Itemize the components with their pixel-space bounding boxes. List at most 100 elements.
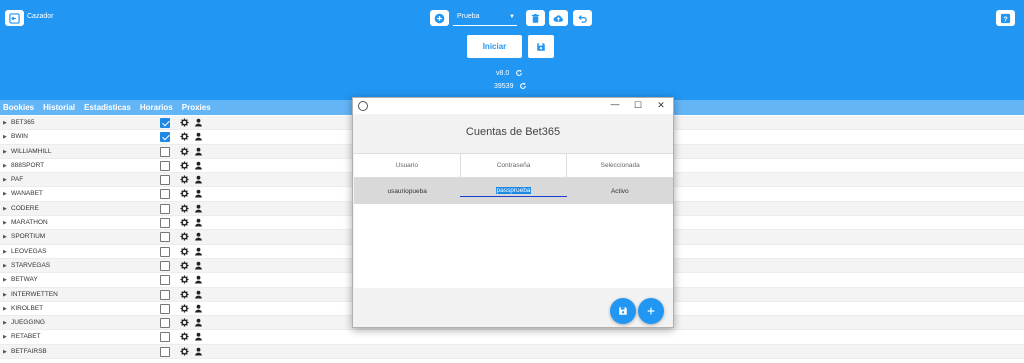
gear-icon[interactable] (180, 247, 189, 256)
gear-icon[interactable] (180, 318, 189, 327)
bookie-enabled-checkbox[interactable] (160, 203, 170, 214)
gear-icon[interactable] (180, 132, 189, 141)
refresh-icon[interactable] (515, 69, 523, 77)
user-icon[interactable] (194, 118, 203, 127)
bookie-enabled-checkbox[interactable] (160, 318, 170, 329)
password-field[interactable]: passprueba (460, 185, 567, 197)
profile-select[interactable]: Prueba ▼ (453, 10, 517, 26)
user-icon[interactable] (194, 132, 203, 141)
expand-arrow-icon[interactable]: ▶ (3, 320, 7, 326)
tab-estadisticas[interactable]: Estadisticas (84, 103, 131, 112)
column-header-usuario[interactable]: Usuario (354, 154, 461, 177)
gear-icon[interactable] (180, 147, 189, 156)
expand-arrow-icon[interactable]: ▶ (3, 292, 7, 298)
user-icon[interactable] (194, 232, 203, 241)
gear-icon[interactable] (180, 347, 189, 356)
expand-arrow-icon[interactable]: ▶ (3, 334, 7, 340)
bookie-enabled-checkbox[interactable] (160, 346, 170, 357)
undo-button[interactable] (573, 10, 592, 26)
column-header-contrasena[interactable]: Contraseña (461, 154, 568, 177)
expand-arrow-icon[interactable]: ▶ (3, 277, 7, 283)
user-icon[interactable] (194, 147, 203, 156)
user-icon[interactable] (194, 161, 203, 170)
bookie-enabled-checkbox[interactable] (160, 289, 170, 300)
bookie-enabled-checkbox[interactable] (160, 332, 170, 343)
add-profile-button[interactable] (430, 10, 449, 26)
bookie-enabled-checkbox[interactable] (160, 132, 170, 143)
cell-usuario[interactable]: usauriopueba (354, 178, 460, 204)
tab-bookies[interactable]: Bookies (3, 103, 34, 112)
bookie-enabled-checkbox[interactable] (160, 218, 170, 229)
maximize-button[interactable]: ☐ (631, 100, 645, 111)
bookie-enabled-checkbox[interactable] (160, 232, 170, 243)
delete-profile-button[interactable] (526, 10, 545, 26)
bookie-row[interactable]: ▶ BETFAIRSB (0, 344, 1024, 360)
save-icon (619, 307, 627, 315)
user-icon[interactable] (194, 304, 203, 313)
exit-button[interactable] (5, 10, 24, 26)
tab-proxies[interactable]: Proxies (182, 103, 211, 112)
expand-arrow-icon[interactable]: ▶ (3, 234, 7, 240)
column-header-seleccionada[interactable]: Seleccionada (567, 154, 673, 177)
gear-icon[interactable] (180, 232, 189, 241)
user-icon[interactable] (194, 275, 203, 284)
user-icon[interactable] (194, 261, 203, 270)
table-row[interactable]: usauriopueba passprueba Activo (354, 178, 673, 204)
cell-contrasena[interactable]: passprueba (460, 178, 567, 204)
cell-seleccionada[interactable]: Activo (567, 178, 673, 204)
bookie-enabled-checkbox[interactable] (160, 275, 170, 286)
bookie-enabled-checkbox[interactable] (160, 260, 170, 271)
start-button[interactable]: Iniciar (467, 35, 522, 58)
expand-arrow-icon[interactable]: ▶ (3, 134, 7, 140)
gear-icon[interactable] (180, 304, 189, 313)
bookie-row[interactable]: ▶ RETABET (0, 330, 1024, 345)
tab-historial[interactable]: Historial (43, 103, 75, 112)
gear-icon[interactable] (180, 218, 189, 227)
minimize-button[interactable]: — (608, 99, 622, 109)
save-profile-button[interactable] (528, 35, 554, 58)
expand-arrow-icon[interactable]: ▶ (3, 249, 7, 255)
expand-arrow-icon[interactable]: ▶ (3, 120, 7, 126)
expand-arrow-icon[interactable]: ▶ (3, 177, 7, 183)
expand-arrow-icon[interactable]: ▶ (3, 220, 7, 226)
user-icon[interactable] (194, 218, 203, 227)
bookie-enabled-checkbox[interactable] (160, 146, 170, 157)
gear-icon[interactable] (180, 204, 189, 213)
user-icon[interactable] (194, 318, 203, 327)
expand-arrow-icon[interactable]: ▶ (3, 149, 7, 155)
user-icon[interactable] (194, 247, 203, 256)
refresh-icon[interactable] (519, 82, 527, 90)
upload-button[interactable] (549, 10, 568, 26)
user-icon[interactable] (194, 175, 203, 184)
help-button[interactable]: ? (996, 10, 1015, 26)
bookie-enabled-checkbox[interactable] (160, 160, 170, 171)
gear-icon[interactable] (180, 175, 189, 184)
expand-arrow-icon[interactable]: ▶ (3, 191, 7, 197)
user-icon[interactable] (194, 204, 203, 213)
gear-icon[interactable] (180, 275, 189, 284)
expand-arrow-icon[interactable]: ▶ (3, 349, 7, 355)
gear-icon[interactable] (180, 290, 189, 299)
bookie-enabled-checkbox[interactable] (160, 189, 170, 200)
user-icon[interactable] (194, 347, 203, 356)
save-accounts-button[interactable] (610, 298, 636, 324)
bookie-enabled-checkbox[interactable] (160, 118, 170, 128)
add-account-button[interactable] (638, 298, 664, 324)
tab-horarios[interactable]: Horarios (140, 103, 173, 112)
gear-icon[interactable] (180, 332, 189, 342)
bookie-enabled-checkbox[interactable] (160, 303, 170, 314)
user-icon[interactable] (194, 290, 203, 299)
bookie-enabled-checkbox[interactable] (160, 175, 170, 186)
gear-icon[interactable] (180, 261, 189, 270)
gear-icon[interactable] (180, 189, 189, 199)
gear-icon[interactable] (180, 118, 189, 127)
expand-arrow-icon[interactable]: ▶ (3, 306, 7, 312)
expand-arrow-icon[interactable]: ▶ (3, 263, 7, 269)
expand-arrow-icon[interactable]: ▶ (3, 206, 7, 212)
user-icon[interactable] (194, 332, 203, 342)
expand-arrow-icon[interactable]: ▶ (3, 163, 7, 169)
user-icon[interactable] (194, 189, 203, 199)
close-button[interactable]: ✕ (654, 100, 668, 111)
bookie-enabled-checkbox[interactable] (160, 246, 170, 257)
gear-icon[interactable] (180, 161, 189, 170)
